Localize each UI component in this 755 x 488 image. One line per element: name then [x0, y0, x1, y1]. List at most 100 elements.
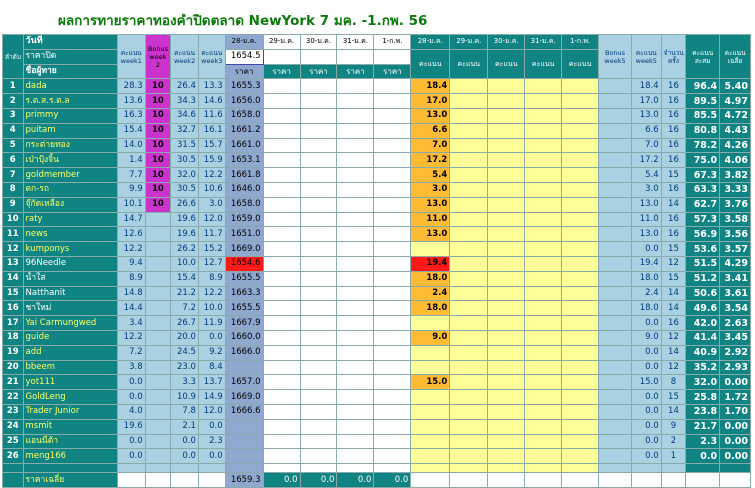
row-price-empty — [336, 181, 375, 198]
row-week1: 7.2 — [116, 344, 146, 361]
header-date-col: 28-ม.ค. — [410, 34, 451, 50]
row-bonus-week2 — [144, 389, 172, 405]
row-rank: 14 — [2, 270, 24, 287]
row-rank: 16 — [2, 300, 24, 317]
table-row: 5 กระต่ายทอง 14.0 10 31.5 15.7 1661.0 7.0 7.0 16 7… — [2, 137, 751, 154]
spacer-cell — [197, 463, 226, 474]
spacer-cell — [262, 463, 301, 474]
spacer-cell — [144, 463, 172, 474]
row-total: 63.3 — [685, 181, 721, 198]
row-score-empty — [524, 78, 563, 95]
row-price-day1: 1658.0 — [224, 196, 264, 213]
row-score-empty — [561, 137, 600, 154]
row-bonus-week2 — [144, 211, 172, 228]
row-price-empty — [299, 167, 338, 183]
row-price-empty — [373, 241, 412, 257]
header-closing-empty — [299, 48, 338, 65]
row-name: msmit — [22, 418, 118, 435]
footer-empty — [144, 472, 172, 488]
row-week2: 24.5 — [170, 344, 199, 361]
row-week5: 0.0 — [630, 315, 662, 331]
row-bonus-week2 — [144, 448, 172, 465]
row-week5: 0.0 — [630, 359, 662, 376]
row-price-empty — [299, 107, 338, 124]
row-week3: 14.6 — [197, 93, 226, 109]
table-row: 18 guide 12.2 20.0 0.0 1660.0 9.0 9.0 12 41.4 3.45 — [2, 329, 751, 346]
row-rank: 4 — [2, 122, 24, 139]
row-week3: 15.9 — [197, 152, 226, 169]
header-price-label: ราคา — [373, 63, 412, 80]
row-score-empty — [524, 152, 563, 169]
row-price-empty — [373, 167, 412, 183]
row-price-empty — [373, 344, 412, 361]
row-name: raty — [22, 211, 118, 228]
row-week5: 13.0 — [630, 226, 662, 243]
row-bonus-week5 — [598, 226, 632, 243]
row-price-empty — [336, 344, 375, 361]
row-score-empty — [449, 433, 489, 450]
row-bonus-week2 — [144, 226, 172, 243]
row-price-empty — [336, 448, 375, 465]
row-price-empty — [262, 211, 301, 228]
header-date: วันที่ — [22, 34, 118, 50]
table-row: 26 meng166 0.0 0.0 0.0 0.0 1 0.0 0.00 — [2, 448, 751, 465]
row-score-day1: 17.2 — [410, 152, 451, 169]
row-score-empty — [449, 344, 489, 361]
header-price-label: ราคา — [299, 63, 338, 80]
row-total: 42.0 — [685, 315, 721, 331]
row-price-empty — [373, 196, 412, 213]
spacer-cell — [373, 463, 412, 474]
row-score-empty — [561, 255, 600, 272]
row-score-empty — [561, 359, 600, 376]
row-score-empty — [524, 403, 563, 420]
row-week3: 11.9 — [197, 315, 226, 331]
row-week2: 23.0 — [170, 359, 199, 376]
row-bonus-week5 — [598, 374, 632, 391]
spacer-cell — [630, 463, 662, 474]
spacer-cell — [2, 463, 24, 474]
header-col: คะแนน week3 — [197, 33, 226, 80]
row-price-empty — [336, 122, 375, 139]
row-price-empty — [262, 389, 301, 405]
row-price-empty — [336, 167, 375, 183]
row-bonus-week2 — [144, 329, 172, 346]
table-row: 12 kumponys 12.2 26.2 15.2 1669.0 0.0 15 53.6 3.5… — [2, 241, 751, 257]
row-week2: 0.0 — [170, 448, 199, 465]
row-price-empty — [262, 418, 301, 435]
spacer-cell — [449, 463, 489, 474]
row-price-empty — [373, 211, 412, 228]
row-week3: 12.0 — [197, 211, 226, 228]
header-score-label: คะแนน — [449, 48, 489, 80]
row-score-empty — [561, 196, 600, 213]
row-score-day1: 15.0 — [410, 374, 451, 391]
row-score-empty — [524, 255, 563, 272]
row-score-empty — [524, 196, 563, 213]
row-bonus-week2 — [144, 433, 172, 450]
row-score-empty — [449, 329, 489, 346]
row-name: จุ๊กัดเหลือง — [22, 196, 118, 213]
row-score-day1: 13.0 — [410, 226, 451, 243]
row-bonus-week2: 10 — [144, 196, 172, 213]
row-name: meng166 — [22, 448, 118, 465]
row-price-empty — [299, 152, 338, 169]
row-price-day1: 1655.5 — [224, 300, 264, 317]
row-price-empty — [262, 374, 301, 391]
row-score-empty — [449, 107, 489, 124]
row-week1: 14.7 — [116, 211, 146, 228]
row-price-day1: 1651.0 — [224, 226, 264, 243]
row-score-empty — [561, 389, 600, 405]
row-week5: 17.2 — [630, 152, 662, 169]
row-week1: 12.2 — [116, 241, 146, 257]
row-week2: 7.2 — [170, 300, 199, 317]
row-name: ตก-รถ — [22, 181, 118, 198]
row-bonus-week5 — [598, 433, 632, 450]
row-rank: 17 — [2, 315, 24, 331]
footer-empty — [2, 472, 24, 488]
row-week2: 10.9 — [170, 389, 199, 405]
row-price-empty — [262, 255, 301, 272]
row-name: primmy — [22, 107, 118, 124]
row-score-empty — [524, 137, 563, 154]
row-week2: 20.0 — [170, 329, 199, 346]
row-name: ร.ต.ส.ร.ต.ล — [22, 93, 118, 109]
row-score-empty — [449, 196, 489, 213]
